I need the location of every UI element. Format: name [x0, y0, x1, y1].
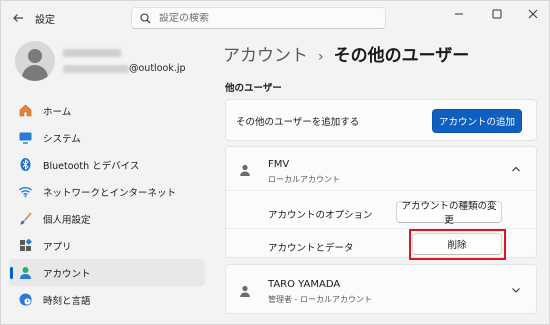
profile-email-redacted	[63, 65, 129, 73]
settings-window: 設定 @outlook.jp ホーム	[0, 0, 550, 325]
add-user-label: その他のユーザーを追加する	[236, 117, 360, 128]
minimize-icon	[455, 13, 463, 15]
account-icon	[17, 265, 33, 281]
app-title: 設定	[35, 15, 55, 26]
sidebar-item-label: Bluetooth とデバイス	[43, 160, 140, 172]
profile-name-redacted	[63, 49, 121, 57]
close-icon	[528, 9, 538, 19]
user-header[interactable]: FMV ローカルアカウント	[226, 147, 536, 191]
chevron-down-icon[interactable]	[510, 284, 522, 296]
monitor-icon	[17, 130, 33, 146]
highlight-box	[409, 229, 506, 260]
change-account-type-button[interactable]: アカウントの種類の変更	[396, 201, 502, 226]
globe-clock-icon	[17, 292, 33, 308]
maximize-icon	[492, 9, 502, 19]
person-icon	[240, 285, 250, 297]
sidebar-item-network[interactable]: ネットワークとインターネット	[9, 178, 205, 205]
chevron-up-icon[interactable]	[510, 163, 522, 175]
sidebar-item-label: アカウント	[43, 268, 91, 280]
user-card-taro-yamada[interactable]: TARO YAMADA 管理者 - ローカルアカウント	[225, 264, 537, 314]
sidebar-item-label: 個人用設定	[43, 214, 91, 226]
sidebar-item-personalization[interactable]: 個人用設定	[9, 205, 205, 232]
breadcrumb-separator: ›	[318, 49, 324, 65]
section-title: 他のユーザー	[225, 83, 282, 94]
sidebar-item-label: ネットワークとインターネット	[43, 187, 177, 199]
bluetooth-icon	[17, 157, 33, 173]
sidebar-item-system[interactable]: システム	[9, 124, 205, 151]
back-arrow-icon	[13, 14, 23, 22]
sidebar-nav: ホーム システム Bluetooth とデバイス ネットワークとインターネット …	[9, 97, 205, 313]
avatar	[15, 41, 55, 81]
sidebar-item-label: アプリ	[43, 241, 72, 253]
add-user-card: その他のユーザーを追加する アカウントの追加	[225, 99, 537, 141]
sidebar-item-accounts[interactable]: アカウント	[9, 259, 205, 286]
title-bar: 設定	[1, 1, 549, 35]
add-account-button[interactable]: アカウントの追加	[432, 109, 522, 133]
profile-email: @outlook.jp	[129, 63, 186, 74]
account-options-row: アカウントのオプション アカウントの種類の変更	[226, 196, 536, 229]
search-box[interactable]	[131, 7, 386, 29]
search-input[interactable]	[159, 12, 359, 24]
sidebar-item-time-language[interactable]: 時刻と言語	[9, 286, 205, 313]
close-button[interactable]	[515, 1, 550, 27]
brush-icon	[17, 211, 33, 227]
person-icon	[240, 164, 250, 176]
user-account-type: 管理者 - ローカルアカウント	[268, 295, 372, 304]
user-account-type: ローカルアカウント	[268, 175, 340, 184]
home-icon	[17, 103, 33, 119]
sidebar-item-label: システム	[43, 133, 81, 145]
search-icon	[140, 12, 151, 23]
account-options-label: アカウントのオプション	[268, 210, 373, 221]
minimize-button[interactable]	[441, 1, 477, 27]
sidebar-item-label: 時刻と言語	[43, 295, 91, 307]
maximize-button[interactable]	[479, 1, 515, 27]
sidebar-item-bluetooth[interactable]: Bluetooth とデバイス	[9, 151, 205, 178]
page-title: その他のユーザー	[333, 46, 470, 66]
apps-icon	[17, 238, 33, 254]
sidebar-item-label: ホーム	[43, 106, 72, 118]
account-data-label: アカウントとデータ	[268, 243, 354, 254]
wifi-icon	[17, 184, 33, 200]
sidebar-item-apps[interactable]: アプリ	[9, 232, 205, 259]
breadcrumb-parent[interactable]: アカウント	[223, 41, 308, 66]
back-button[interactable]	[9, 9, 27, 27]
user-name: FMV	[268, 159, 290, 170]
user-name: TARO YAMADA	[268, 279, 341, 290]
sidebar-item-home[interactable]: ホーム	[9, 97, 205, 124]
breadcrumb: アカウント › その他のユーザー	[223, 41, 469, 66]
